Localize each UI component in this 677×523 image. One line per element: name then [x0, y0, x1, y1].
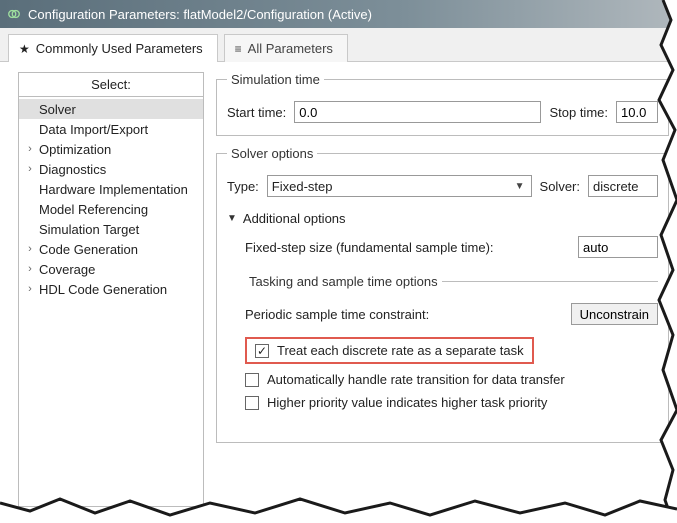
dialog-body: Select: SolverData Import/Export›Optimiz… — [0, 62, 677, 517]
additional-options-toggle[interactable]: ▼ Additional options — [227, 211, 658, 226]
sidebar-item-data-import-export[interactable]: Data Import/Export — [19, 119, 203, 139]
sidebar-item-label: Model Referencing — [37, 202, 148, 217]
category-sidebar: Select: SolverData Import/Export›Optimiz… — [18, 72, 204, 507]
solver-type-select[interactable]: Fixed-step ▼ — [267, 175, 532, 197]
titlebar: Configuration Parameters: flatModel2/Con… — [0, 0, 677, 28]
chevron-right-icon: › — [23, 283, 37, 295]
sidebar-item-code-generation[interactable]: ›Code Generation — [19, 239, 203, 259]
highlight-separate-task: ✓ Treat each discrete rate as a separate… — [245, 337, 534, 364]
category-tree: SolverData Import/Export›Optimization›Di… — [19, 97, 203, 301]
checkbox-priority[interactable] — [245, 396, 259, 410]
sidebar-item-hardware-implementation[interactable]: Hardware Implementation — [19, 179, 203, 199]
checkbox-separate-task[interactable]: ✓ — [255, 344, 269, 358]
checkbox-rate-transition[interactable] — [245, 373, 259, 387]
sidebar-item-label: Data Import/Export — [37, 122, 148, 137]
unconstrain-button[interactable]: Unconstrain — [571, 303, 658, 325]
chevron-right-icon: › — [23, 143, 37, 155]
sidebar-item-label: Solver — [37, 102, 76, 117]
sidebar-item-hdl-code-generation[interactable]: ›HDL Code Generation — [19, 279, 203, 299]
list-icon: ≡ — [235, 43, 242, 55]
stop-time-label: Stop time: — [549, 105, 608, 120]
star-icon: ★ — [19, 43, 30, 55]
checkbox-label: Treat each discrete rate as a separate t… — [277, 343, 524, 358]
fixed-step-size-input[interactable] — [578, 236, 658, 258]
solver-select[interactable]: discrete — [588, 175, 658, 197]
sidebar-item-label: Hardware Implementation — [37, 182, 188, 197]
sidebar-item-label: Optimization — [37, 142, 111, 157]
tab-commonly-used[interactable]: ★ Commonly Used Parameters — [8, 34, 218, 62]
chevron-down-icon: ▼ — [511, 181, 529, 192]
tab-all-parameters[interactable]: ≡ All Parameters — [224, 34, 348, 62]
tab-label: All Parameters — [248, 41, 333, 56]
sidebar-item-label: Simulation Target — [37, 222, 139, 237]
solver-type-label: Type: — [227, 179, 259, 194]
tab-label: Commonly Used Parameters — [36, 41, 203, 56]
disclosure-label: Additional options — [243, 211, 346, 226]
tasking-group: Tasking and sample time options Periodic… — [245, 274, 658, 418]
triangle-down-icon: ▼ — [227, 213, 237, 224]
checkbox-label: Automatically handle rate transition for… — [267, 372, 565, 387]
sidebar-item-coverage[interactable]: ›Coverage — [19, 259, 203, 279]
start-time-label: Start time: — [227, 105, 286, 120]
simulation-time-group: Simulation time Start time: Stop time: — [216, 72, 669, 136]
stop-time-input[interactable] — [616, 101, 658, 123]
chevron-right-icon: › — [23, 243, 37, 255]
main-panel: Simulation time Start time: Stop time: S… — [216, 72, 677, 507]
combo-text: Fixed-step — [272, 179, 333, 194]
sidebar-item-label: Code Generation — [37, 242, 138, 257]
sidebar-item-label: Diagnostics — [37, 162, 106, 177]
start-time-input[interactable] — [294, 101, 541, 123]
chevron-right-icon: › — [23, 163, 37, 175]
sidebar-item-diagnostics[interactable]: ›Diagnostics — [19, 159, 203, 179]
sidebar-header: Select: — [19, 73, 203, 97]
config-params-window: Configuration Parameters: flatModel2/Con… — [0, 0, 677, 517]
sample-time-constraint-label: Periodic sample time constraint: — [245, 307, 563, 322]
group-legend: Tasking and sample time options — [245, 274, 442, 289]
solver-label: Solver: — [540, 179, 580, 194]
sidebar-item-label: HDL Code Generation — [37, 282, 167, 297]
combo-text: discrete — [593, 179, 639, 194]
app-icon — [6, 6, 22, 22]
group-legend: Solver options — [227, 146, 317, 161]
solver-options-group: Solver options Type: Fixed-step ▼ Solver… — [216, 146, 669, 443]
chevron-right-icon: › — [23, 263, 37, 275]
fixed-step-size-label: Fixed-step size (fundamental sample time… — [245, 240, 570, 255]
group-legend: Simulation time — [227, 72, 324, 87]
tabstrip: ★ Commonly Used Parameters ≡ All Paramet… — [0, 28, 677, 62]
checkbox-label: Higher priority value indicates higher t… — [267, 395, 547, 410]
sidebar-item-solver[interactable]: Solver — [19, 99, 203, 119]
sidebar-item-simulation-target[interactable]: Simulation Target — [19, 219, 203, 239]
sidebar-item-label: Coverage — [37, 262, 95, 277]
sidebar-item-optimization[interactable]: ›Optimization — [19, 139, 203, 159]
sidebar-item-model-referencing[interactable]: Model Referencing — [19, 199, 203, 219]
window-title: Configuration Parameters: flatModel2/Con… — [28, 7, 372, 22]
